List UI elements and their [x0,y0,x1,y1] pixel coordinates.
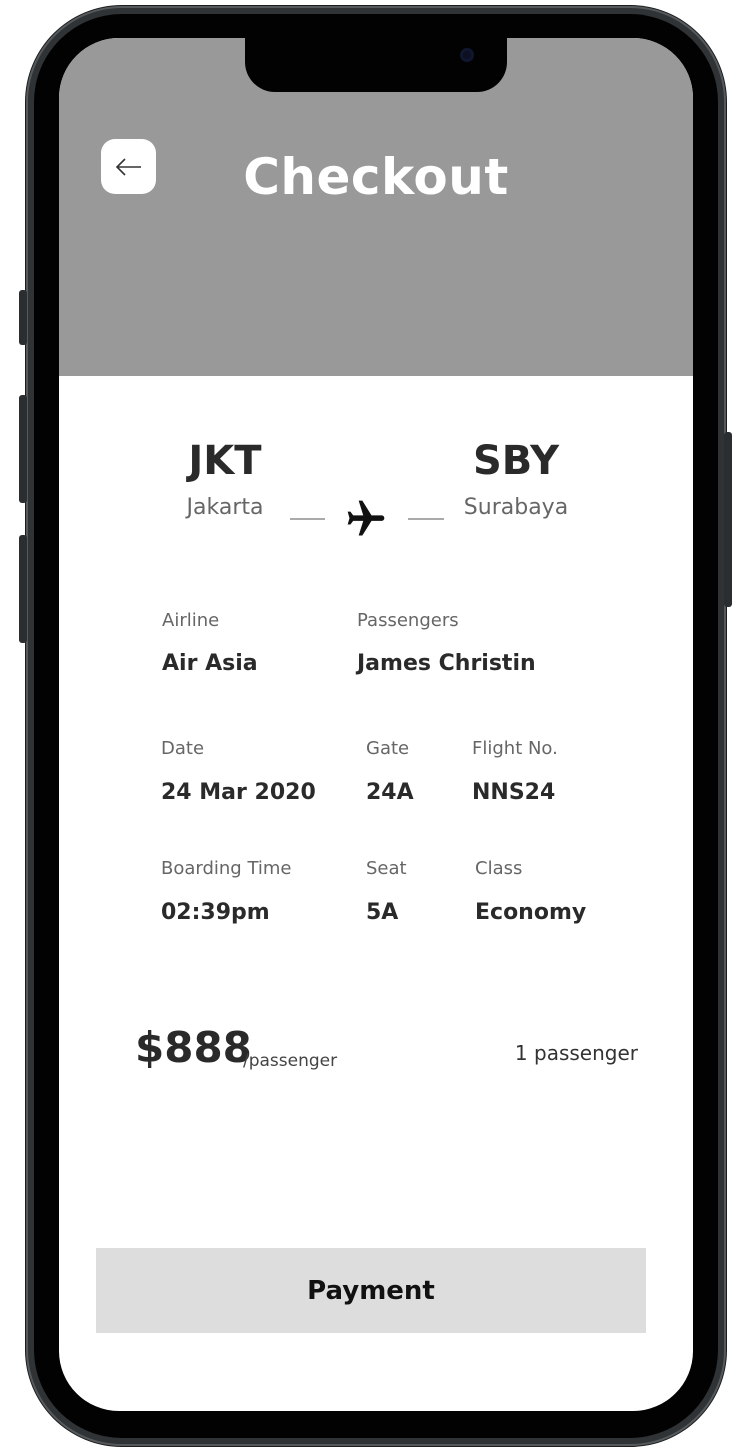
origin-city: Jakarta [186,495,264,520]
origin-code: JKT [188,438,262,484]
airline-value: Air Asia [162,651,258,676]
payment-button[interactable]: Payment [96,1248,646,1333]
phone-mute-switch [19,290,27,345]
boarding-time-label: Boarding Time [161,858,292,879]
route-line-right [408,518,444,520]
destination-code: SBY [472,438,560,484]
boarding-time-value: 02:39pm [161,900,270,925]
app-screen: Checkout JKT Jakarta SBY Surabaya Airlin… [59,38,693,1411]
gate-label: Gate [366,738,410,759]
seat-label: Seat [366,858,407,879]
class-label: Class [475,858,523,879]
passengers-label: Passengers [357,610,459,631]
phone-power-button [724,432,732,607]
class-value: Economy [475,900,587,925]
destination-city: Surabaya [463,495,569,520]
flight-no-value: NNS24 [472,780,556,805]
price-unit: /passenger [243,1051,338,1071]
seat-value: 5A [366,900,399,925]
front-camera [460,48,474,62]
date-label: Date [161,738,205,759]
date-value: 24 Mar 2020 [161,780,316,805]
page-title: Checkout [243,148,509,206]
flight-route: JKT Jakarta SBY Surabaya [59,438,693,538]
flight-no-label: Flight No. [472,738,558,759]
price-amount: $888 [135,1023,252,1072]
route-line-left [290,518,325,520]
phone-volume-down [19,535,27,643]
notch [245,38,507,92]
passengers-value: James Christin [357,651,536,676]
phone-volume-up [19,395,27,503]
price-row: $888 /passenger 1 passenger [135,1023,655,1083]
airline-label: Airline [162,610,220,631]
gate-value: 24A [366,780,414,805]
airplane-icon [347,500,385,536]
passenger-count: 1 passenger [514,1041,638,1065]
